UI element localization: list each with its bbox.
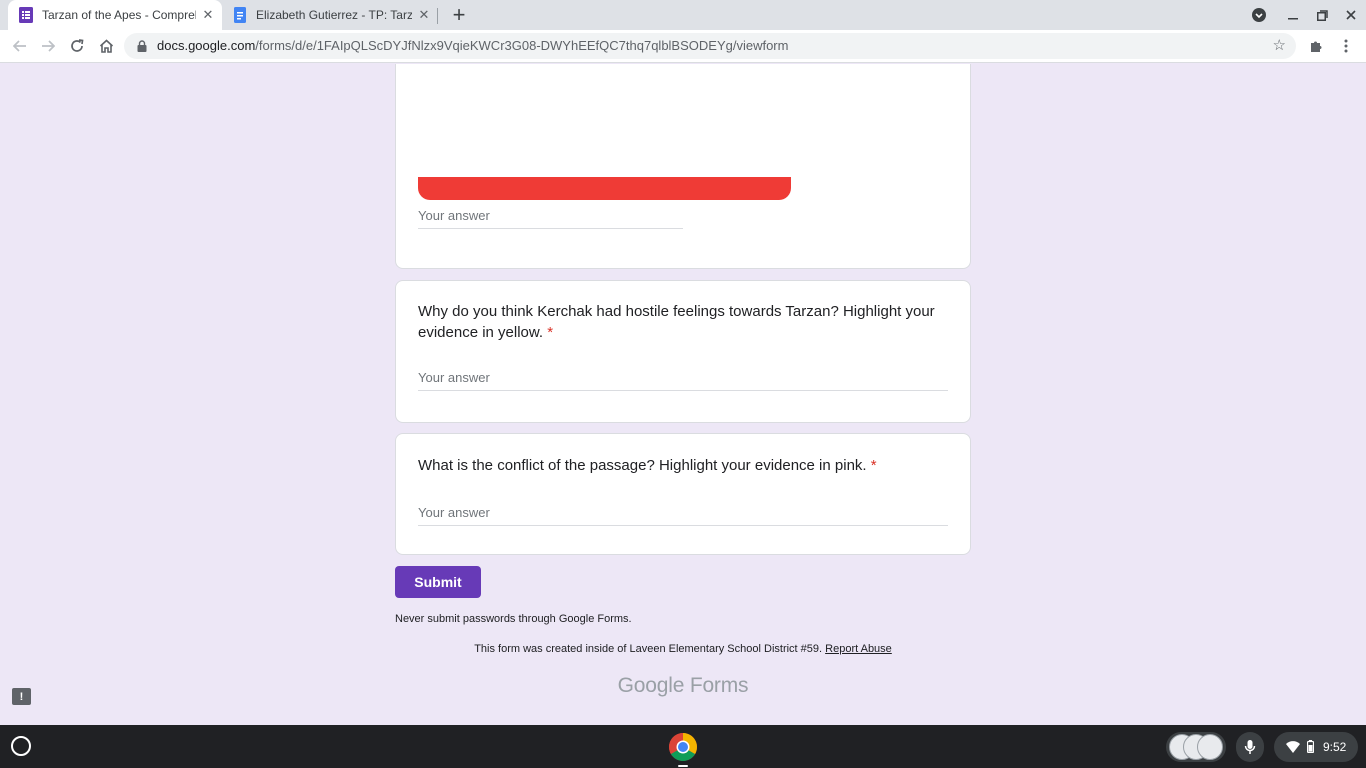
microphone-icon <box>1244 740 1256 754</box>
chrome-icon[interactable] <box>668 732 698 762</box>
microphone-button[interactable] <box>1236 732 1264 762</box>
running-indicator <box>678 765 688 767</box>
browser-toolbar: docs.google.com/forms/d/e/1FAIpQLScDYJfN… <box>0 30 1366 63</box>
battery-icon <box>1307 740 1314 753</box>
question-card-previous: Your answer <box>395 64 971 269</box>
url-path: /forms/d/e/1FAIpQLScDYJfNlzx9VqieKWCr3G0… <box>255 38 789 53</box>
minimize-button[interactable] <box>1279 0 1307 30</box>
menu-button[interactable] <box>1332 32 1360 60</box>
brand-google: Google <box>617 674 685 697</box>
required-marker: * <box>547 324 554 341</box>
answer-input[interactable]: Your answer <box>418 205 683 229</box>
url-host: docs.google.com <box>157 38 256 53</box>
forward-arrow-icon <box>42 40 55 52</box>
wifi-icon <box>1286 741 1300 753</box>
google-forms-icon <box>18 7 34 23</box>
chevron-down-circle-icon <box>1252 8 1266 22</box>
google-forms-logo: Google Forms <box>0 674 1366 698</box>
tab-tarzan-form[interactable]: Tarzan of the Apes - Comprehen ✕ <box>8 0 222 30</box>
question-card-conflict: What is the conflict of the passage? Hig… <box>395 433 971 555</box>
tab-strip: Tarzan of the Apes - Comprehen ✕ Elizabe… <box>0 0 1366 30</box>
tab-divider <box>437 8 438 24</box>
bookmark-star-icon[interactable]: ☆ <box>1273 36 1286 54</box>
os-shelf: 9:52 <box>0 725 1366 768</box>
reload-icon <box>71 39 84 52</box>
launcher-icon[interactable] <box>11 736 31 756</box>
restore-button[interactable] <box>1308 0 1336 30</box>
answer-input[interactable]: Your answer <box>418 502 948 526</box>
home-button[interactable] <box>92 32 120 60</box>
form-footer: This form was created inside of Laveen E… <box>0 643 1366 655</box>
tab-search-button[interactable] <box>1245 0 1273 30</box>
close-icon[interactable]: ✕ <box>200 7 216 23</box>
address-bar[interactable]: docs.google.com/forms/d/e/1FAIpQLScDYJfN… <box>124 33 1296 59</box>
form-page: Your answer Why do you think Kerchak had… <box>0 64 1366 725</box>
question-card-kerchak: Why do you think Kerchak had hostile fee… <box>395 280 971 423</box>
close-icon <box>1346 10 1356 20</box>
password-warning: Never submit passwords through Google Fo… <box>395 613 632 625</box>
status-tray[interactable]: 9:52 <box>1274 732 1358 762</box>
feedback-icon[interactable]: ! <box>12 688 31 705</box>
kebab-menu-icon <box>1344 39 1348 53</box>
question-text: Why do you think Kerchak had hostile fee… <box>418 301 948 343</box>
forward-button[interactable] <box>34 32 62 60</box>
close-icon[interactable]: ✕ <box>416 7 432 23</box>
back-arrow-icon <box>13 40 26 52</box>
tab-title: Elizabeth Gutierrez - TP: Tarzan c <box>256 8 412 22</box>
question-image-banner <box>418 177 791 200</box>
tab-title: Tarzan of the Apes - Comprehen <box>42 8 196 22</box>
answer-input[interactable]: Your answer <box>418 367 948 391</box>
question-label: Why do you think Kerchak had hostile fee… <box>418 303 935 341</box>
new-tab-button[interactable]: + <box>447 2 471 27</box>
reload-button[interactable] <box>63 32 91 60</box>
google-docs-icon <box>232 7 248 23</box>
clock-time: 9:52 <box>1323 740 1347 754</box>
extensions-button[interactable] <box>1302 32 1330 60</box>
brand-forms: Forms <box>689 674 749 697</box>
holding-space-button[interactable] <box>1166 732 1226 762</box>
report-abuse-link[interactable]: Report Abuse <box>825 643 892 655</box>
lock-icon <box>137 40 147 52</box>
restore-icon <box>1316 9 1328 21</box>
close-window-button[interactable] <box>1337 0 1365 30</box>
submit-button[interactable]: Submit <box>395 566 481 598</box>
thumbnail-icon <box>1197 734 1223 760</box>
back-button[interactable] <box>6 32 34 60</box>
question-text: What is the conflict of the passage? Hig… <box>418 455 948 476</box>
tab-elizabeth-doc[interactable]: Elizabeth Gutierrez - TP: Tarzan c ✕ <box>222 0 438 30</box>
footer-text: This form was created inside of Laveen E… <box>474 643 823 655</box>
home-icon <box>99 39 113 53</box>
question-label: What is the conflict of the passage? Hig… <box>418 457 867 474</box>
minimize-icon <box>1288 18 1298 20</box>
required-marker: * <box>870 457 877 474</box>
url-text: docs.google.com/forms/d/e/1FAIpQLScDYJfN… <box>157 38 788 53</box>
puzzle-icon <box>1311 41 1322 52</box>
